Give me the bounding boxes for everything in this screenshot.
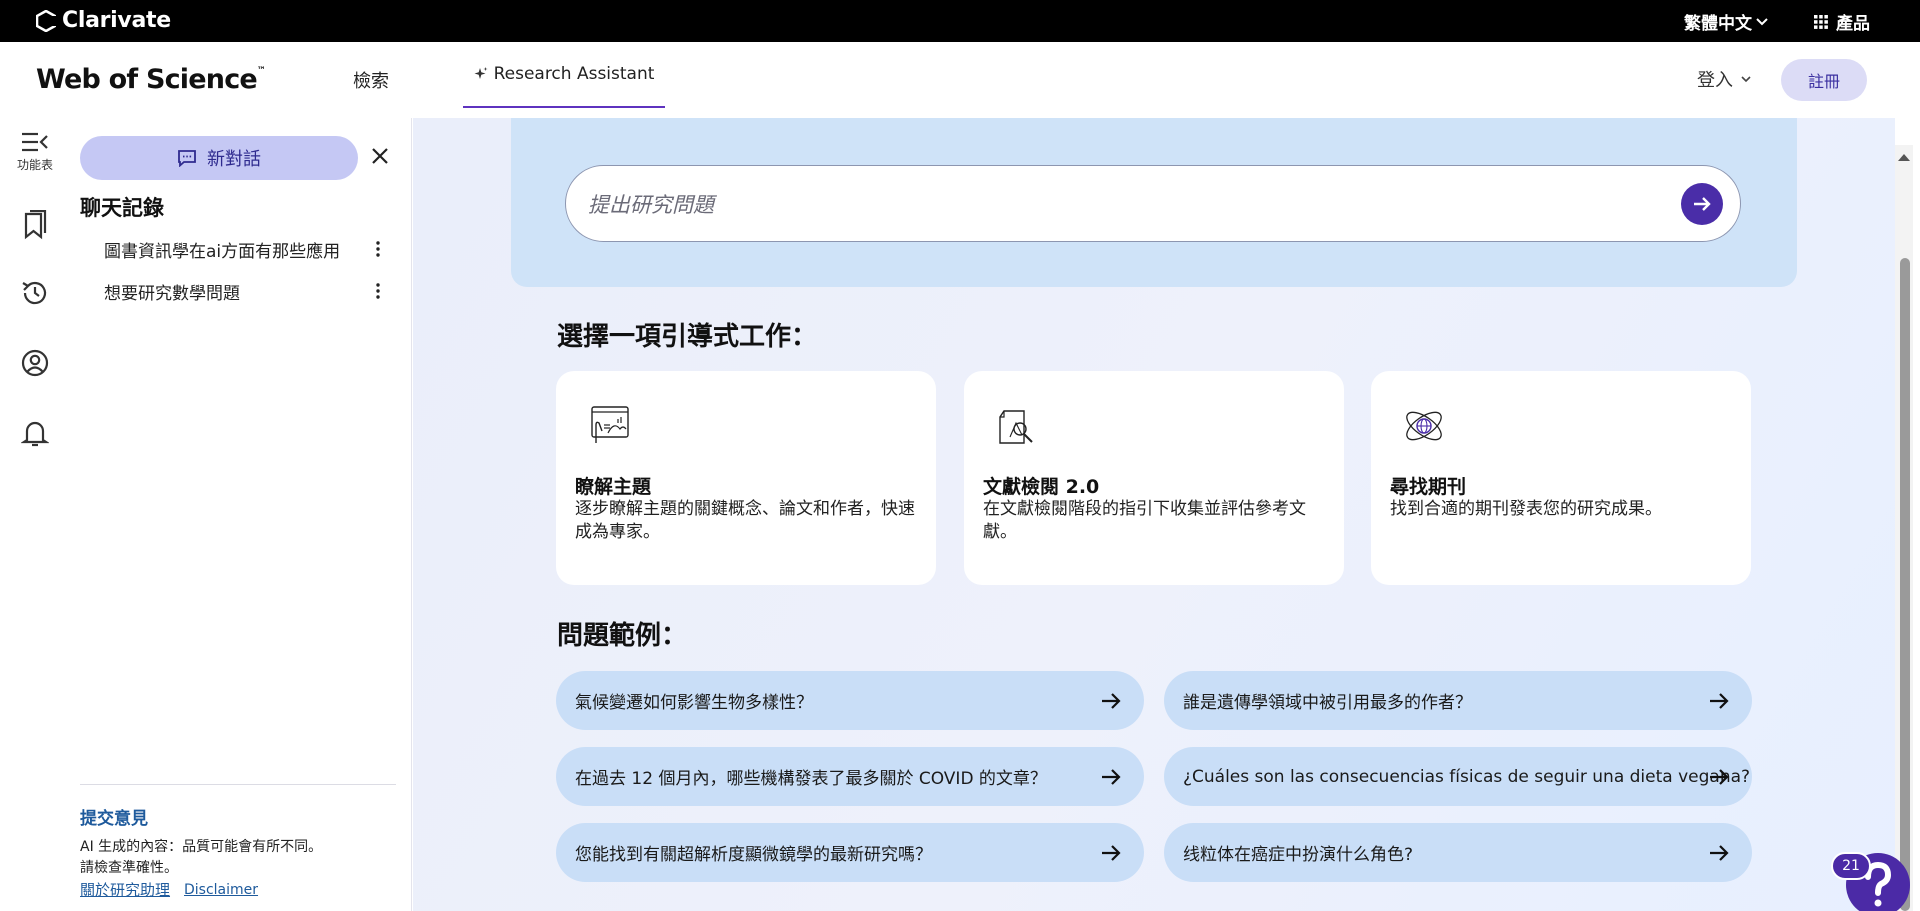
nav-search-tab[interactable]: 檢索 — [353, 67, 389, 93]
send-button[interactable] — [1681, 183, 1723, 225]
guided-task-card[interactable]: 瞭解主題 逐步瞭解主題的關鍵概念、論文和作者，快速成為專家。 — [556, 371, 936, 585]
icon-rail: 功能表 — [0, 118, 70, 911]
chat-bubble-icon — [178, 150, 196, 167]
research-question-input[interactable]: 提出研究問題 — [565, 165, 1741, 242]
rail-bookmarks[interactable] — [0, 210, 70, 240]
chevron-down-icon — [1741, 75, 1751, 82]
card-title: 瞭解主題 — [575, 476, 652, 498]
example-question-button[interactable]: 誰是遺傳學領域中被引用最多的作者？ — [1164, 671, 1752, 730]
guided-task-card[interactable]: 尋找期刊 找到合適的期刊發表您的研究成果。 — [1371, 371, 1751, 585]
clarivate-mark-icon — [36, 9, 56, 32]
topic-insight-icon — [591, 406, 629, 443]
ai-content-notice: AI 生成的內容：品質可能會有所不同。 — [80, 839, 323, 855]
scroll-up-arrow-icon[interactable] — [1897, 152, 1911, 162]
clarivate-logo[interactable]: Clarivate — [36, 8, 171, 33]
submit-feedback-link[interactable]: 提交意見 — [80, 804, 148, 829]
query-placeholder: 提出研究問題 — [588, 192, 714, 217]
main-content: 提出研究問題 選擇一項引導式工作： 瞭解主題 逐步瞭解主題的關鍵概念、論文和作者… — [413, 118, 1895, 911]
query-box: 提出研究問題 — [511, 118, 1797, 287]
login-menu[interactable]: 登入 — [1697, 66, 1751, 92]
arrow-right-icon — [1694, 197, 1711, 211]
scrollbar-thumb[interactable] — [1900, 258, 1910, 911]
history-icon — [22, 281, 47, 305]
card-description: 找到合適的期刊發表您的研究成果。 — [1390, 499, 1662, 519]
products-label: 產品 — [1836, 14, 1870, 34]
rail-notifications[interactable] — [0, 418, 70, 448]
example-question-button[interactable]: ¿Cuáles son las consecuencias físicas de… — [1164, 747, 1752, 806]
example-question-text: 您能找到有關超解析度顯微鏡學的最新研究嗎？ — [575, 845, 932, 865]
example-question-text: 在過去 12 個月內，哪些機構發表了最多關於 COVID 的文章？ — [575, 769, 1047, 789]
journal-finder-icon — [1406, 411, 1442, 441]
more-options-icon[interactable] — [372, 240, 384, 258]
research-assistant-label: Research Assistant — [493, 64, 655, 84]
chat-history-item-label: 想要研究數學問題 — [104, 283, 240, 304]
rail-profile[interactable] — [0, 348, 70, 378]
arrow-right-icon — [1710, 693, 1729, 709]
literature-review-icon — [999, 410, 1033, 444]
chat-history-item[interactable]: 想要研究數學問題 — [104, 276, 394, 306]
guided-task-card[interactable]: 文獻檢閱 2.0 在文獻檢閱階段的指引下收集並評估參考文獻。 — [964, 371, 1344, 585]
apps-grid-icon — [1814, 14, 1828, 29]
profile-icon — [21, 349, 49, 377]
register-button[interactable]: 註冊 — [1781, 59, 1867, 101]
disclaimer-link[interactable]: Disclaimer — [184, 882, 258, 898]
example-question-button[interactable]: 线粒体在癌症中扮演什么角色? — [1164, 823, 1752, 882]
app-header: Web of Science™ 檢索 Research Assistant 登入… — [0, 42, 1920, 118]
web-of-science-logo[interactable]: Web of Science™ — [36, 64, 266, 95]
arrow-right-icon — [1710, 769, 1729, 785]
chat-history-panel: 新對話 聊天記錄 圖書資訊學在ai方面有那些應用 想要研究數學問題 提交意見 A… — [70, 118, 412, 911]
example-question-button[interactable]: 在過去 12 個月內，哪些機構發表了最多關於 COVID 的文章？ — [556, 747, 1144, 806]
notification-badge: 21 — [1831, 852, 1871, 880]
bell-icon — [21, 421, 49, 447]
example-question-text: 线粒体在癌症中扮演什么角色? — [1183, 845, 1414, 865]
arrow-right-icon — [1710, 845, 1729, 861]
arrow-right-icon — [1102, 693, 1121, 709]
nav-research-assistant-tab[interactable]: Research Assistant — [463, 42, 665, 108]
brand-name: Clarivate — [62, 8, 171, 33]
chevron-down-icon — [1756, 17, 1768, 25]
logo-trademark: ™ — [256, 66, 266, 76]
chat-history-item-label: 圖書資訊學在ai方面有那些應用 — [104, 241, 341, 262]
products-menu[interactable]: 產品 — [1814, 9, 1870, 34]
example-questions-title: 問題範例： — [557, 621, 688, 651]
example-question-text: 氣候變遷如何影響生物多樣性？ — [575, 693, 813, 713]
card-description: 逐步瞭解主題的關鍵概念、論文和作者，快速成為專家。 — [575, 499, 915, 542]
example-question-button[interactable]: 氣候變遷如何影響生物多樣性？ — [556, 671, 1144, 730]
language-selector[interactable]: 繁體中文 — [1684, 9, 1768, 34]
language-label: 繁體中文 — [1684, 14, 1752, 34]
new-chat-button[interactable]: 新對話 — [80, 136, 358, 180]
example-question-text: ¿Cuáles son las consecuencias físicas de… — [1183, 766, 1751, 787]
more-options-icon[interactable] — [372, 282, 384, 300]
arrow-right-icon — [1102, 769, 1121, 785]
example-question-text: 誰是遺傳學領域中被引用最多的作者？ — [1183, 693, 1472, 713]
rail-menu-toggle[interactable]: 功能表 — [0, 130, 70, 173]
bookmark-icon — [24, 210, 47, 240]
arrow-right-icon — [1102, 845, 1121, 861]
about-research-assistant-link[interactable]: 關於研究助理 — [80, 879, 170, 900]
card-title: 文獻檢閱 2.0 — [983, 476, 1100, 498]
top-bar: Clarivate 繁體中文 產品 — [0, 0, 1920, 42]
menu-label: 功能表 — [16, 158, 53, 172]
panel-divider — [80, 784, 396, 785]
menu-collapse-icon — [22, 132, 48, 152]
chat-history-item[interactable]: 圖書資訊學在ai方面有那些應用 — [104, 234, 394, 264]
sparkle-icon — [474, 67, 488, 79]
accuracy-notice: 請檢查準確性。 — [80, 860, 178, 876]
new-chat-label: 新對話 — [207, 149, 261, 170]
guided-tasks-title: 選擇一項引導式工作： — [557, 322, 818, 352]
close-icon[interactable] — [368, 144, 392, 168]
rail-history[interactable] — [0, 278, 70, 308]
logo-text: Web of Science — [36, 64, 258, 95]
login-label: 登入 — [1697, 70, 1733, 91]
example-question-button[interactable]: 您能找到有關超解析度顯微鏡學的最新研究嗎？ — [556, 823, 1144, 882]
card-title: 尋找期刊 — [1390, 476, 1467, 498]
card-description: 在文獻檢閱階段的指引下收集並評估參考文獻。 — [983, 499, 1306, 542]
chat-history-title: 聊天記錄 — [80, 196, 164, 220]
